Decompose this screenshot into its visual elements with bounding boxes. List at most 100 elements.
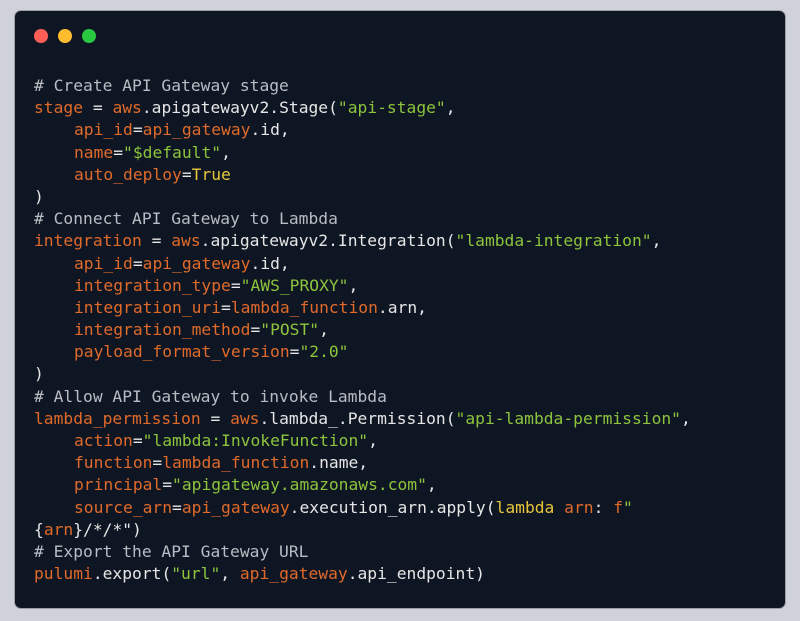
code-token-var: api_id	[74, 120, 133, 140]
code-token-var: action	[74, 431, 133, 450]
code-token-str: "POST"	[260, 320, 320, 340]
code-token-str: "	[623, 497, 633, 517]
code-line: name="$default",	[34, 142, 691, 164]
code-token-plain: :	[593, 497, 614, 517]
code-token-plain: ,	[680, 408, 691, 428]
code-token-str: "AWS_PROXY"	[240, 275, 349, 295]
code-token-var: principal	[74, 475, 163, 495]
code-token-var: source_arn	[74, 497, 173, 517]
code-token-plain: .name,	[309, 453, 369, 473]
code-token-var: arn	[564, 497, 594, 517]
code-line: integration_type="AWS_PROXY",	[34, 275, 691, 297]
code-token-plain: )	[34, 364, 44, 384]
code-token-plain: .apigatewayv2.Integration(	[200, 231, 456, 251]
code-token-var: f	[613, 497, 624, 517]
code-token-plain: =	[132, 431, 143, 450]
code-token-str: "url"	[171, 564, 221, 584]
code-line: stage = aws.apigatewayv2.Stage("api-stag…	[34, 97, 691, 119]
code-token-var: lambda_function	[162, 453, 310, 473]
code-token-plain: =	[152, 453, 163, 473]
code-token-plain: .execution_arn.apply(	[289, 497, 496, 517]
code-line: # Connect API Gateway to Lambda	[34, 208, 691, 230]
code-line: api_id=api_gateway.id,	[34, 119, 691, 141]
code-token-plain: .id,	[250, 253, 290, 273]
code-token-comment: # Export the API Gateway URL	[34, 541, 309, 561]
code-token-var: api_gateway	[142, 120, 251, 140]
code-line: pulumi.export("url", api_gateway.api_end…	[34, 563, 691, 585]
code-token-plain: =	[141, 231, 172, 251]
code-token-var: api_gateway	[239, 564, 348, 584]
code-line: action="lambda:InvokeFunction",	[34, 430, 691, 452]
code-token-var: function	[74, 453, 153, 473]
code-token-var: api_gateway	[142, 253, 251, 273]
code-token-plain: ,	[319, 320, 329, 340]
code-token-var: integration_type	[74, 275, 231, 295]
code-token-plain: =	[200, 408, 231, 428]
code-line: {arn}/*/*")	[34, 519, 691, 541]
code-line: auto_deploy=True	[34, 164, 691, 186]
code-token-var: api_gateway	[181, 497, 290, 517]
code-token-var: integration_uri	[74, 297, 222, 317]
code-token-plain: =	[250, 320, 261, 340]
code-token-str: "2.0"	[299, 342, 349, 362]
code-token-plain: .lambda_.Permission(	[259, 408, 456, 428]
code-token-var: lambda_permission	[34, 408, 201, 428]
minimize-dot-icon[interactable]	[58, 29, 72, 43]
code-token-var: integration	[34, 231, 142, 251]
code-line: # Export the API Gateway URL	[34, 541, 691, 563]
code-line: function=lambda_function.name,	[34, 452, 691, 474]
code-token-plain: .export(	[92, 564, 172, 584]
code-token-plain: =	[221, 297, 231, 317]
code-token-plain: ,	[426, 475, 437, 495]
code-token-str: "api-stage"	[337, 98, 446, 118]
code-token-comment: # Allow API Gateway to invoke Lambda	[34, 386, 387, 406]
code-line: integration_uri=lambda_function.arn,	[34, 297, 691, 319]
code-token-var: lambda_function	[230, 297, 378, 317]
code-token-var: aws	[230, 408, 260, 428]
code-line: integration_method="POST",	[34, 319, 691, 341]
code-token-str: "lambda:InvokeFunction"	[142, 431, 369, 450]
code-token-var: aws	[112, 98, 142, 118]
code-token-plain: ,	[368, 431, 378, 450]
code-token-plain: =	[181, 164, 192, 184]
code-token-var: aws	[171, 231, 201, 251]
code-token-str: "lambda-integration"	[455, 231, 652, 251]
code-line: integration = aws.apigatewayv2.Integrati…	[34, 230, 691, 252]
code-token-var: pulumi	[34, 564, 93, 584]
code-token-var: name	[74, 142, 114, 162]
code-line: api_id=api_gateway.id,	[34, 253, 691, 275]
code-window: # Create API Gateway stage stage = aws.ap…	[15, 11, 785, 608]
code-token-plain: .api_endpoint)	[347, 564, 485, 584]
zoom-dot-icon[interactable]	[82, 29, 96, 43]
code-token-plain: ,	[220, 564, 240, 584]
code-token-plain: ,	[445, 98, 456, 118]
code-token-plain: =	[132, 120, 143, 140]
code-token-plain: =	[289, 342, 300, 362]
code-token-var: integration_method	[74, 320, 251, 340]
code-token-var: stage	[34, 98, 84, 118]
code-line: lambda_permission = aws.lambda_.Permissi…	[34, 408, 691, 430]
code-token-plain: )	[34, 186, 44, 206]
code-token-kw: True	[191, 164, 231, 184]
code-token-plain: }/*/*")	[73, 519, 142, 539]
close-dot-icon[interactable]	[34, 29, 48, 43]
code-token-plain: .id,	[250, 120, 290, 140]
code-token-plain: {	[34, 519, 44, 539]
code-line: )	[34, 363, 691, 385]
code-token-var: api_id	[74, 253, 133, 273]
window-controls	[34, 29, 96, 43]
code-token-str: "apigateway.amazonaws.com"	[172, 475, 427, 495]
code-token-plain: =	[83, 98, 113, 118]
code-line: principal="apigateway.amazonaws.com",	[34, 474, 691, 496]
code-token-plain: =	[113, 142, 124, 162]
code-token-plain: ,	[651, 231, 662, 251]
code-token-plain: =	[132, 253, 143, 273]
code-line: # Create API Gateway stage	[34, 75, 691, 97]
code-line: source_arn=api_gateway.execution_arn.app…	[34, 497, 691, 519]
code-token-comment: # Create API Gateway stage	[34, 76, 289, 95]
code-line: # Allow API Gateway to invoke Lambda	[34, 386, 691, 408]
code-line: payload_format_version="2.0"	[34, 341, 691, 363]
code-token-var: payload_format_version	[74, 342, 290, 362]
code-token-plain: ,	[348, 275, 359, 295]
